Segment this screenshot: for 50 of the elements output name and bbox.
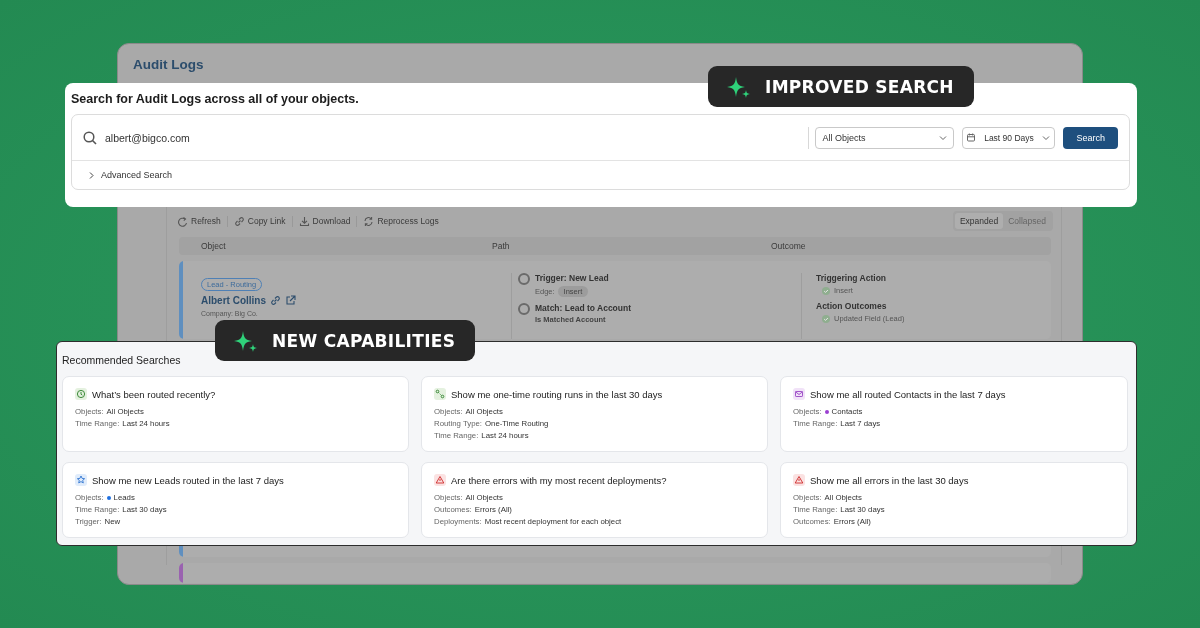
calendar-icon	[967, 133, 976, 142]
card-title: Show me one-time routing runs in the last 30 days	[451, 388, 663, 400]
feature-badge: NEW CAPABILITIES	[215, 320, 476, 361]
search-field[interactable]: albert@bigco.com	[105, 131, 801, 144]
date-range-dropdown[interactable]: Last 90 Days	[962, 126, 1056, 149]
check-icon	[822, 286, 830, 295]
check-icon	[822, 314, 830, 323]
column-header: Outcome	[771, 241, 807, 251]
download-button[interactable]: Download	[292, 215, 358, 227]
reprocess-button[interactable]: Reprocess Logs	[357, 215, 445, 227]
chevron-down-icon	[1042, 134, 1051, 141]
path-step-title: Match: Lead to Account	[535, 303, 632, 313]
path-step-title: Trigger: New Lead	[535, 273, 609, 283]
card-title: What’s been routed recently?	[92, 388, 216, 400]
page-title: Audit Logs	[133, 57, 205, 72]
column-header: Path	[492, 241, 511, 251]
card-title: Are there errors with my most recent deployments?	[451, 474, 667, 486]
feature-badge: IMPROVED SEARCH	[708, 66, 974, 107]
object-dropdown[interactable]: All Objects	[815, 126, 955, 149]
star-icon	[75, 474, 87, 486]
search-icon	[83, 130, 97, 145]
outcome-heading: Action Outcomes	[816, 301, 888, 311]
refresh-icon	[177, 215, 188, 227]
reprocess-icon	[363, 215, 375, 227]
record-name-link[interactable]: Albert Collins	[201, 295, 266, 306]
clock-icon	[75, 388, 87, 400]
link-button[interactable]: Copy Link	[227, 215, 293, 227]
route-icon	[434, 388, 446, 400]
outcome-heading: Triggering Action	[816, 273, 888, 283]
chevron-down-icon	[939, 134, 948, 141]
chevron-right-icon	[88, 171, 95, 179]
path-node-icon	[518, 303, 530, 315]
advanced-search-toggle[interactable]: Advanced Search	[72, 161, 179, 189]
link-icon	[233, 215, 245, 227]
envelope-icon	[793, 388, 805, 400]
download-icon	[298, 215, 310, 227]
column-header: Object	[201, 241, 227, 251]
link-icon	[270, 295, 281, 306]
card-title: Show me all routed Contacts in the last 7 days	[810, 388, 1006, 400]
card-title: Show me all errors in the last 30 days	[810, 474, 969, 486]
view-toggle-option[interactable]: Expanded	[954, 213, 1004, 229]
warning-icon	[793, 474, 805, 486]
refresh-button[interactable]: Refresh	[177, 215, 228, 227]
search-button[interactable]: Search	[1063, 126, 1118, 149]
external-link-icon	[285, 295, 296, 306]
section-title: Recommended Searches	[62, 354, 182, 366]
warning-icon	[434, 474, 446, 486]
card-title: Show me new Leads routed in the last 7 days	[92, 474, 284, 486]
panel-title: Search for Audit Logs across all of your objects.	[71, 92, 360, 106]
path-node-icon	[518, 273, 530, 285]
